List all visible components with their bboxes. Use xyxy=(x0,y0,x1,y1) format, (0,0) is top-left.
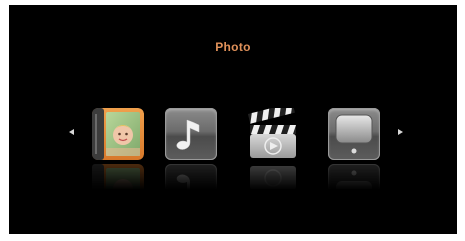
media-menu-screen: Photo xyxy=(9,5,457,234)
television-icon xyxy=(328,108,380,160)
arrow-right-icon[interactable] xyxy=(398,129,403,135)
arrow-left-icon[interactable] xyxy=(69,129,74,135)
movie-reflection xyxy=(247,164,299,190)
menu-item-tv[interactable] xyxy=(328,108,380,190)
tv-reflection xyxy=(328,164,380,190)
menu-item-music[interactable] xyxy=(165,108,217,190)
menu-item-movie[interactable] xyxy=(247,108,299,190)
music-note-icon xyxy=(165,108,217,160)
menu-item-photo[interactable] xyxy=(92,108,144,190)
menu-title: Photo xyxy=(215,40,251,54)
music-reflection xyxy=(165,164,217,190)
photo-album-icon xyxy=(92,108,144,160)
photo-reflection xyxy=(92,164,144,190)
clapperboard-icon xyxy=(247,108,299,160)
